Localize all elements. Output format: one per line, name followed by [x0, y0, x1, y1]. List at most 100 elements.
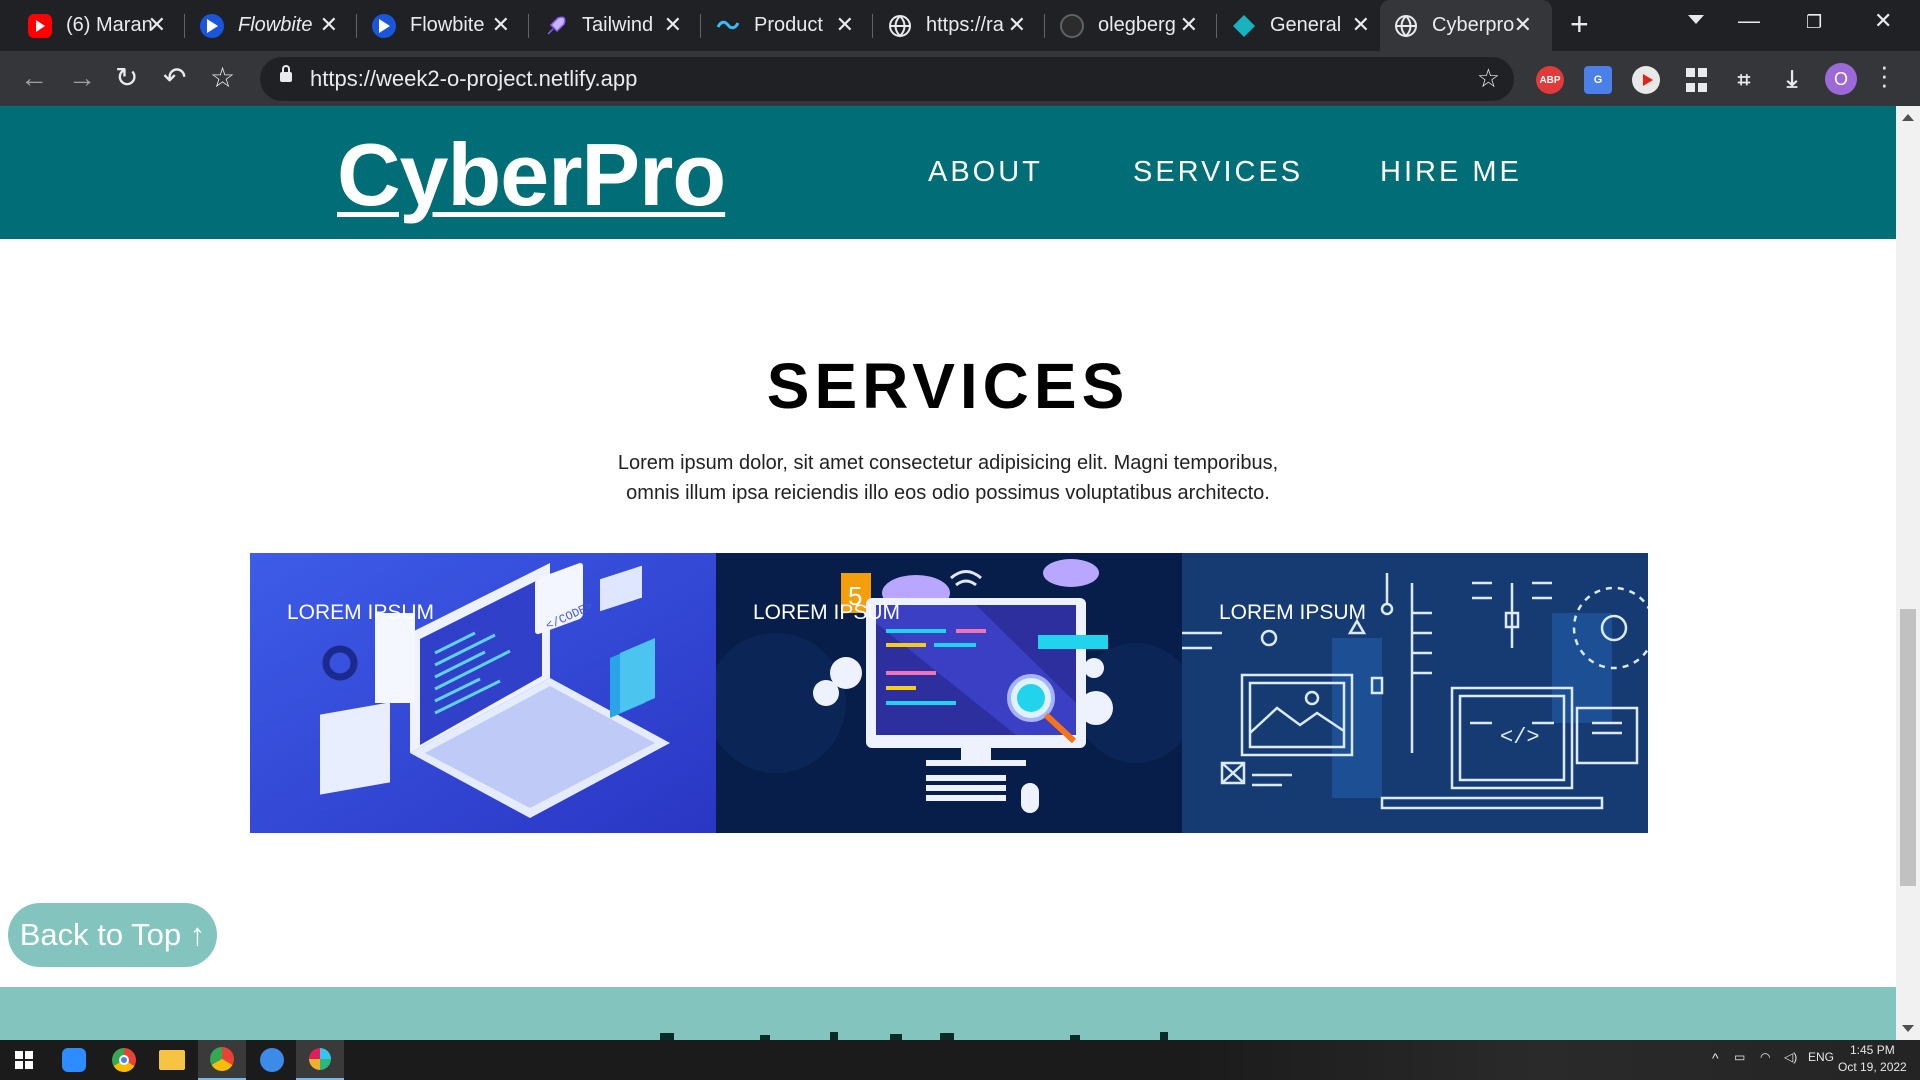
- tab-flowbite-1[interactable]: Flowbite ✕: [186, 0, 358, 51]
- extensions-grid-icon[interactable]: [1682, 66, 1710, 94]
- back-arrow-icon[interactable]: ←: [20, 61, 48, 95]
- wifi-icon[interactable]: ◠: [1760, 1050, 1770, 1064]
- site-logo[interactable]: CyberPro: [337, 124, 726, 226]
- tab-title: https://ra: [926, 14, 1004, 36]
- flowbite-icon: [200, 13, 224, 38]
- svg-text:</>: </>: [1500, 725, 1540, 750]
- minimize-icon[interactable]: —: [1738, 8, 1760, 34]
- chrome-icon[interactable]: [100, 1040, 148, 1080]
- undo-icon[interactable]: ↶: [163, 61, 186, 95]
- browser-menu-icon[interactable]: · · ·: [1880, 53, 1889, 97]
- close-icon[interactable]: ✕: [1514, 12, 1532, 38]
- close-icon[interactable]: ✕: [836, 12, 854, 38]
- new-tab-icon[interactable]: +: [1570, 6, 1589, 43]
- language-indicator[interactable]: ENG: [1808, 1050, 1834, 1064]
- tab-title: (6) Maran: [66, 14, 152, 36]
- tab-search-icon[interactable]: [1688, 15, 1704, 24]
- bookmark-star-icon[interactable]: ☆: [210, 61, 235, 95]
- google-translate-icon[interactable]: G: [1584, 66, 1612, 94]
- close-icon[interactable]: ✕: [148, 12, 166, 38]
- tab-youtube[interactable]: (6) Maran ✕: [14, 0, 186, 51]
- address-bar[interactable]: https://week2-o-project.netlify.app ☆: [260, 57, 1514, 101]
- services-heading: SERVICES: [766, 350, 1130, 422]
- profile-avatar[interactable]: O: [1825, 63, 1857, 95]
- close-icon[interactable]: ✕: [492, 12, 510, 38]
- close-icon[interactable]: ✕: [320, 12, 338, 38]
- taskbar-clock[interactable]: 1:45 PM Oct 19, 2022: [1838, 1042, 1907, 1076]
- tab-divider: [356, 14, 357, 38]
- youtube-extension-icon[interactable]: [1632, 66, 1660, 94]
- globe-icon: [1394, 14, 1418, 38]
- scroll-up-icon[interactable]: [1902, 114, 1914, 121]
- web-page: CyberPro ABOUT SERVICES HIRE ME SERVICES…: [0, 106, 1896, 1040]
- tab-github[interactable]: olegberg ✕: [1046, 0, 1218, 51]
- tab-divider: [700, 14, 701, 38]
- tab-divider: [184, 14, 185, 38]
- browser-toolbar: ← → ↻ ↶ ☆ https://week2-o-project.netlif…: [0, 51, 1920, 106]
- tab-title: General: [1270, 14, 1342, 36]
- close-icon[interactable]: ✕: [1352, 12, 1370, 38]
- download-icon[interactable]: ⤓: [1778, 66, 1806, 94]
- tab-tailwind[interactable]: Tailwind ✕: [530, 0, 702, 51]
- card-2-label: LOREM IPSUM: [753, 601, 901, 624]
- clock-date: Oct 19, 2022: [1838, 1060, 1907, 1074]
- window-close-icon[interactable]: ✕: [1874, 8, 1892, 34]
- forward-arrow-icon[interactable]: →: [68, 61, 96, 95]
- card-1-label: LOREM IPSUM: [287, 601, 435, 624]
- tab-product[interactable]: Product ✕: [702, 0, 874, 51]
- tab-ra[interactable]: https://ra ✕: [874, 0, 1046, 51]
- close-icon[interactable]: ✕: [1008, 12, 1026, 38]
- scroll-down-icon[interactable]: [1902, 1025, 1914, 1032]
- back-to-top-button[interactable]: Back to Top ↑: [8, 903, 217, 967]
- tray-chevron-icon[interactable]: ^: [1712, 1050, 1719, 1066]
- github-icon: [1060, 13, 1084, 38]
- tab-title: Product: [754, 14, 823, 36]
- service-card-3[interactable]: </> LOREM IPSUM: [1182, 553, 1648, 833]
- windows-taskbar: ^ ▭ ◠ ◁) ENG 1:45 PM Oct 19, 2022: [0, 1040, 1920, 1080]
- flowbite-icon: [372, 13, 396, 38]
- tab-title: Cyberpro: [1432, 14, 1515, 36]
- tab-flowbite-2[interactable]: Flowbite ✕: [358, 0, 530, 51]
- tab-divider: [1044, 14, 1045, 38]
- ui-blueprint-illustration: </>: [1182, 553, 1648, 833]
- file-explorer-icon[interactable]: [148, 1040, 196, 1080]
- volume-icon[interactable]: ◁): [1784, 1050, 1797, 1064]
- slack-icon[interactable]: [296, 1040, 344, 1080]
- tab-divider: [528, 14, 529, 38]
- zoom-icon[interactable]: [50, 1040, 98, 1080]
- battery-icon[interactable]: ▭: [1734, 1050, 1745, 1064]
- intro-line-2: omnis illum ipsa reiciendis illo eos odi…: [626, 482, 1270, 504]
- bookmark-page-star-icon[interactable]: ☆: [1477, 63, 1500, 94]
- tab-divider: [1216, 14, 1217, 38]
- restore-icon[interactable]: ❐: [1806, 12, 1822, 33]
- diamond-icon: [1232, 14, 1256, 38]
- adblock-icon[interactable]: ABP: [1536, 66, 1564, 94]
- clock-time: 1:45 PM: [1850, 1043, 1895, 1057]
- rocket-icon: [544, 14, 568, 38]
- tab-title: Tailwind: [582, 14, 654, 36]
- laptop-code-illustration: </CODE>: [250, 553, 716, 833]
- tab-cyberpro-active[interactable]: Cyberpro ✕: [1380, 0, 1552, 51]
- windows-start-icon[interactable]: [0, 1040, 48, 1080]
- card-3-label: LOREM IPSUM: [1219, 601, 1367, 624]
- crop-icon[interactable]: ⌗: [1730, 66, 1758, 94]
- firefox-icon[interactable]: [248, 1040, 296, 1080]
- nav-hire-me[interactable]: HIRE ME: [1380, 156, 1522, 189]
- nav-services[interactable]: SERVICES: [1133, 156, 1303, 189]
- tab-title: Flowbite: [238, 14, 313, 36]
- service-card-2[interactable]: 5 LOREM IPSUM: [716, 553, 1182, 833]
- close-icon[interactable]: ✕: [664, 12, 682, 38]
- chrome-active-icon[interactable]: [198, 1040, 246, 1080]
- nav-about[interactable]: ABOUT: [928, 156, 1043, 189]
- next-section: [0, 987, 1896, 1040]
- tab-strip: (6) Maran ✕ Flowbite ✕ Flowbite ✕ Tailwi…: [0, 0, 1920, 51]
- service-card-1[interactable]: </CODE> LOREM IPSUM: [250, 553, 716, 833]
- page-scrollbar[interactable]: [1896, 106, 1920, 1040]
- close-icon[interactable]: ✕: [1180, 12, 1198, 38]
- intro-line-1: Lorem ipsum dolor, sit amet consectetur …: [617, 452, 1279, 474]
- url-text[interactable]: https://week2-o-project.netlify.app: [310, 66, 637, 92]
- scrollbar-thumb[interactable]: [1900, 609, 1916, 886]
- tailwind-icon: [716, 14, 740, 38]
- reload-icon[interactable]: ↻: [115, 61, 138, 95]
- tab-general[interactable]: General ✕: [1218, 0, 1390, 51]
